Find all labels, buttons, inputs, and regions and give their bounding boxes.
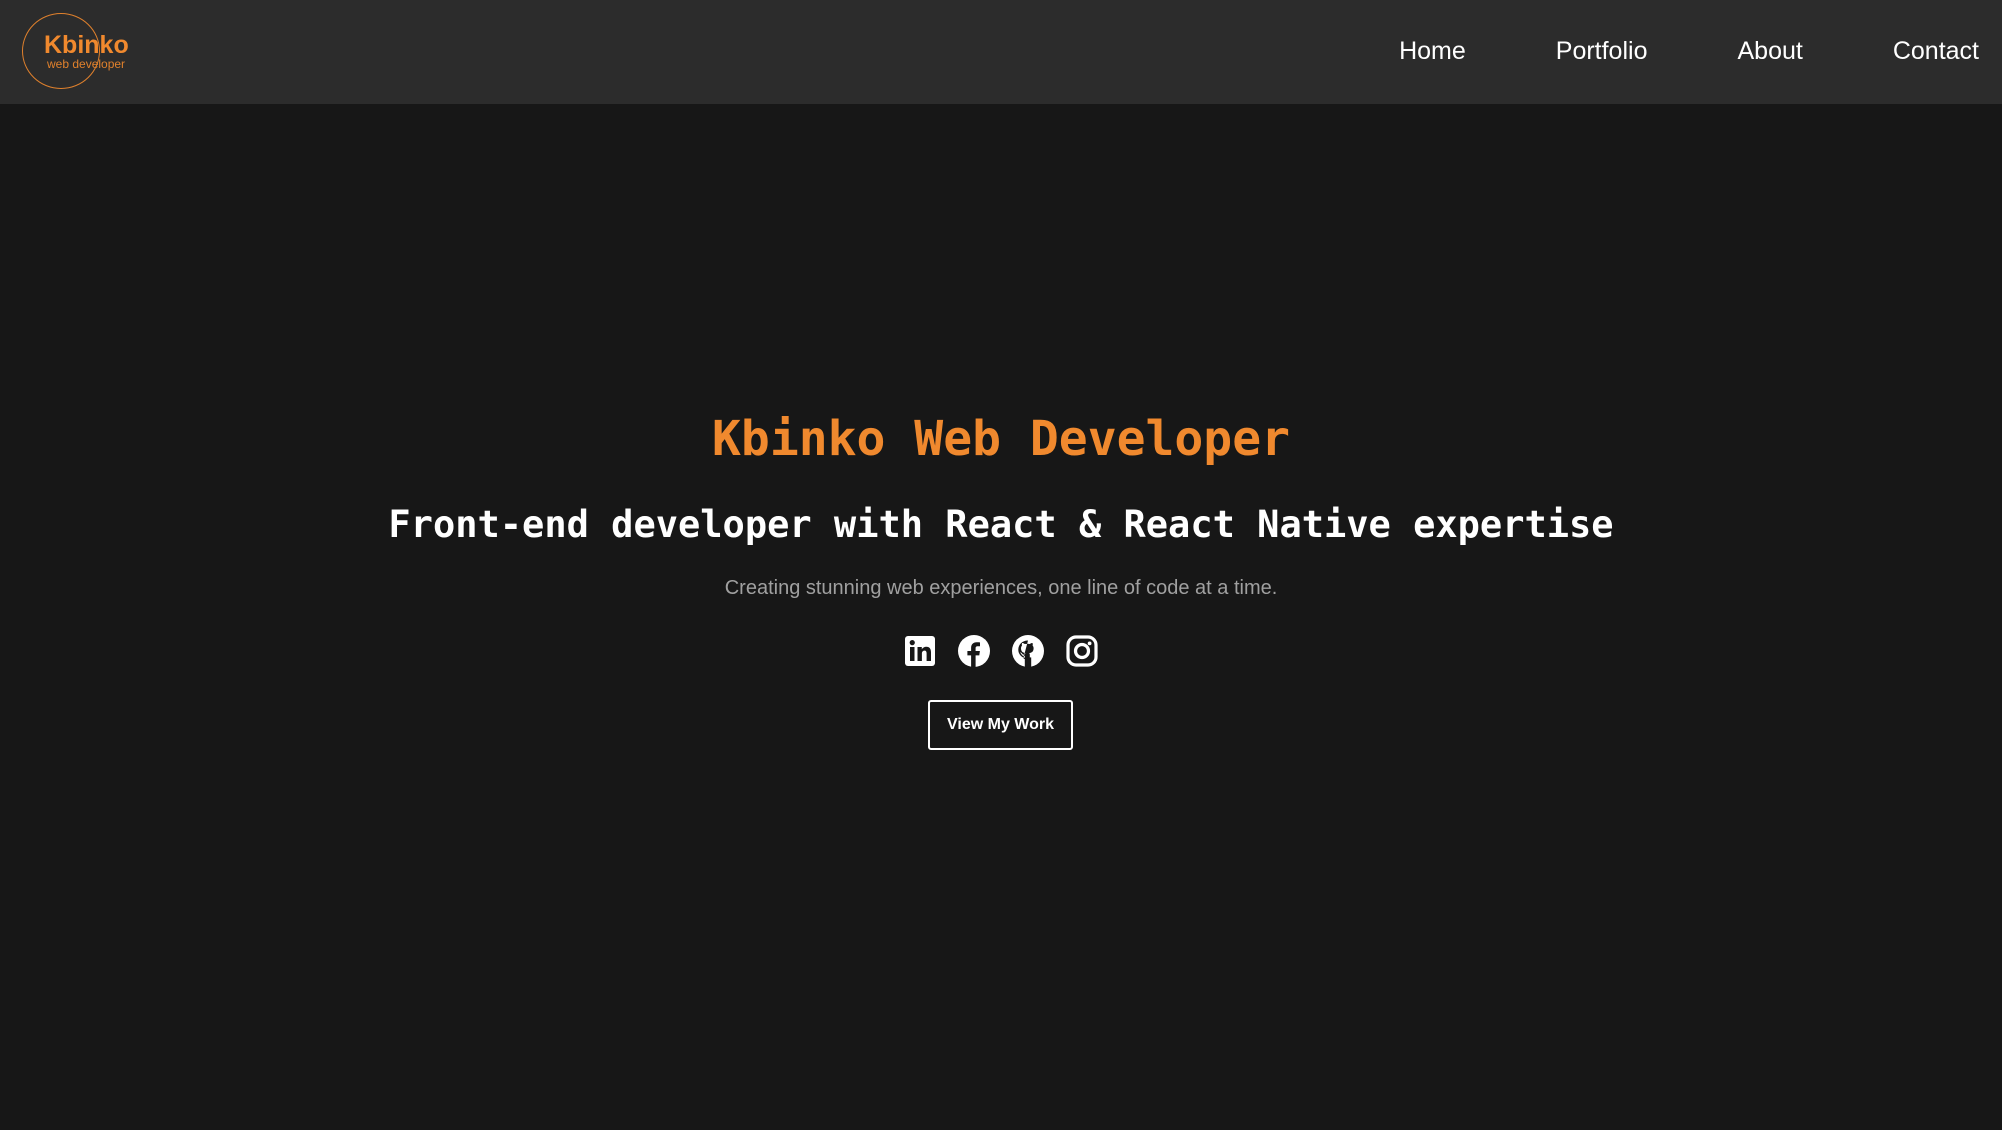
hero-title: Kbinko Web Developer [712,411,1290,467]
social-links [0,634,2002,668]
hero-section: Kbinko Web Developer Front-end developer… [0,104,2002,1130]
hero-subtitle: Front-end developer with React & React N… [388,503,1614,546]
brand-tagline: web developer [47,57,126,71]
main-nav: Home Portfolio About Contact [1399,34,1979,68]
nav-link-contact[interactable]: Contact [1893,34,1979,68]
nav-link-portfolio[interactable]: Portfolio [1556,34,1648,68]
facebook-icon[interactable] [957,634,991,668]
hero-tagline: Creating stunning web experiences, one l… [724,577,1278,599]
brand-name: Kbinko [44,31,129,59]
nav-link-about[interactable]: About [1737,34,1802,68]
view-my-work-button[interactable]: View My Work [928,700,1073,750]
navbar: Kbinko web developer Home Portfolio Abou… [0,0,2002,104]
nav-link-home[interactable]: Home [1399,34,1466,68]
instagram-icon[interactable] [1065,634,1099,668]
github-icon[interactable] [1011,634,1045,668]
linkedin-icon[interactable] [903,634,937,668]
brand-logo[interactable]: Kbinko web developer [22,13,129,89]
